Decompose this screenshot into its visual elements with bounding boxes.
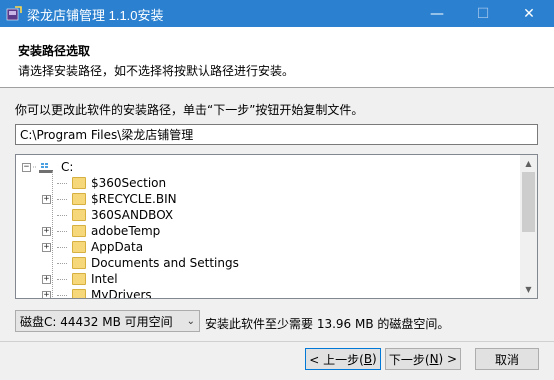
tree-item-label: MyDrivers	[91, 288, 152, 299]
scroll-down-icon[interactable]: ▼	[520, 281, 537, 298]
collapse-icon[interactable]: −	[22, 162, 31, 172]
scroll-up-icon[interactable]: ▲	[520, 155, 537, 172]
back-button[interactable]: < 上一步(B)	[305, 348, 381, 370]
next-button-label-end: ) >	[438, 352, 458, 366]
tree-item[interactable]: $360Section	[42, 175, 166, 191]
tree-item-label: adobeTemp	[91, 224, 161, 238]
tree-vertical-scrollbar[interactable]: ▲ ▼	[520, 155, 537, 298]
wizard-header: 安装路径选取 请选择安装路径，如不选择将按默认路径进行安装。	[0, 27, 554, 87]
scrollbar-thumb[interactable]	[522, 172, 535, 232]
folder-icon	[72, 257, 86, 269]
tree-item-label: $RECYCLE.BIN	[91, 192, 177, 206]
tree-item-label: AppData	[91, 240, 144, 254]
tree-item[interactable]: + Intel	[42, 271, 118, 287]
instruction-text: 你可以更改此软件的安装路径，单击“下一步”按钮开始复制文件。	[15, 103, 364, 117]
next-button-label: 下一步(	[388, 352, 430, 367]
maximize-button[interactable]: ☐	[460, 0, 506, 27]
expand-icon[interactable]: +	[42, 290, 51, 298]
close-icon: ✕	[523, 5, 535, 22]
expand-icon[interactable]: +	[42, 242, 51, 252]
maximize-icon: ☐	[476, 5, 490, 22]
folder-icon	[72, 177, 86, 189]
tree-root-label: C:	[61, 160, 74, 174]
back-button-accesskey: B	[363, 352, 373, 366]
folder-icon	[72, 273, 86, 285]
installer-app-icon	[6, 6, 22, 21]
tree-item[interactable]: 360SANDBOX	[42, 207, 173, 223]
space-required-text: 安装此软件至少需要 13.96 MB 的磁盘空间。	[205, 317, 450, 331]
minimize-icon: —	[430, 5, 444, 22]
folder-icon	[72, 225, 86, 237]
folder-icon	[72, 209, 86, 221]
next-button[interactable]: 下一步(N) >	[385, 348, 461, 370]
tree-item[interactable]: + AppData	[42, 239, 143, 255]
header-title: 安装路径选取	[18, 44, 91, 58]
back-button-label-end: )	[372, 352, 377, 366]
tree-item[interactable]: + MyDrivers	[42, 287, 152, 299]
tree-item[interactable]: Documents and Settings	[42, 255, 239, 271]
drive-select-value: 磁盘C: 44432 MB 可用空间	[20, 314, 173, 329]
minimize-button[interactable]: —	[414, 0, 460, 27]
footer-divider	[0, 341, 554, 342]
cancel-button-label: 取消	[494, 352, 519, 367]
folder-icon	[72, 193, 86, 205]
cancel-button[interactable]: 取消	[475, 348, 539, 370]
tree-item-label: $360Section	[91, 176, 167, 190]
window-title: 梁龙店铺管理 1.1.0安装	[27, 8, 164, 23]
expand-icon[interactable]: +	[42, 194, 51, 204]
wizard-content: 你可以更改此软件的安装路径，单击“下一步”按钮开始复制文件。 − C: $360…	[0, 88, 554, 380]
tree-item[interactable]: + $RECYCLE.BIN	[42, 191, 177, 207]
tree-root-row[interactable]: − C:	[22, 159, 73, 175]
expand-icon[interactable]: +	[42, 274, 51, 284]
title-bar: 梁龙店铺管理 1.1.0安装 — ☐ ✕	[0, 0, 554, 27]
header-subtitle: 请选择安装路径，如不选择将按默认路径进行安装。	[18, 64, 295, 78]
chevron-down-icon: ⌄	[186, 315, 195, 327]
expand-icon[interactable]: +	[42, 226, 51, 236]
tree-item-label: Intel	[91, 272, 118, 286]
folder-icon	[72, 241, 86, 253]
close-button[interactable]: ✕	[506, 0, 552, 27]
tree-item-label: 360SANDBOX	[91, 208, 174, 222]
folder-icon	[72, 289, 86, 298]
tree-item-label: Documents and Settings	[91, 256, 239, 270]
tree-item[interactable]: + adobeTemp	[42, 223, 160, 239]
drive-select[interactable]: 磁盘C: 44432 MB 可用空间 ⌄	[15, 310, 200, 332]
back-button-label: < 上一步(	[309, 352, 364, 367]
install-path-input[interactable]	[15, 124, 538, 145]
next-button-accesskey: N	[429, 352, 439, 366]
folder-tree[interactable]: − C: $360Section + $RECYCLE.BIN 360SANDB…	[15, 154, 538, 299]
